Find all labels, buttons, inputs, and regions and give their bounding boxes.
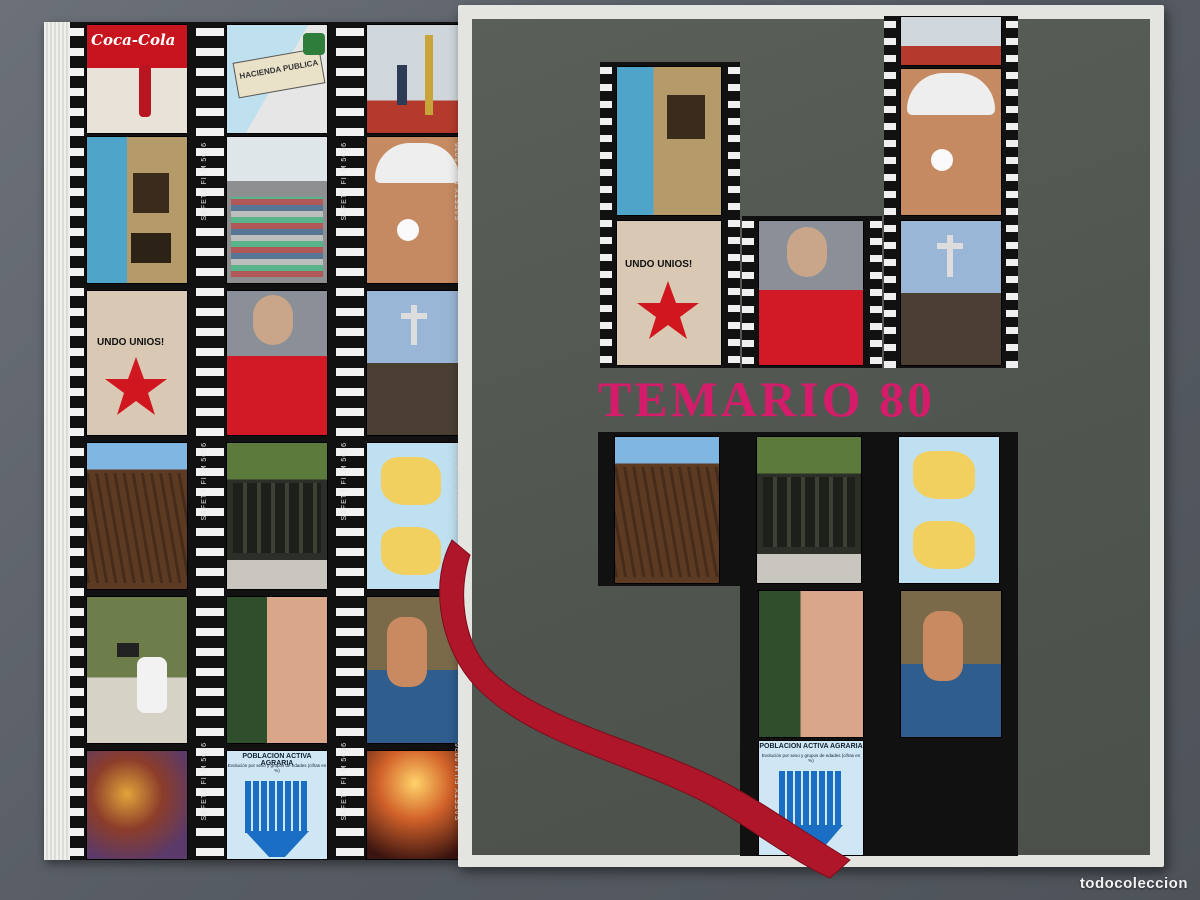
watermark: todocoleccion [1079, 875, 1188, 892]
red-ribbon-bookmark [439, 539, 851, 879]
